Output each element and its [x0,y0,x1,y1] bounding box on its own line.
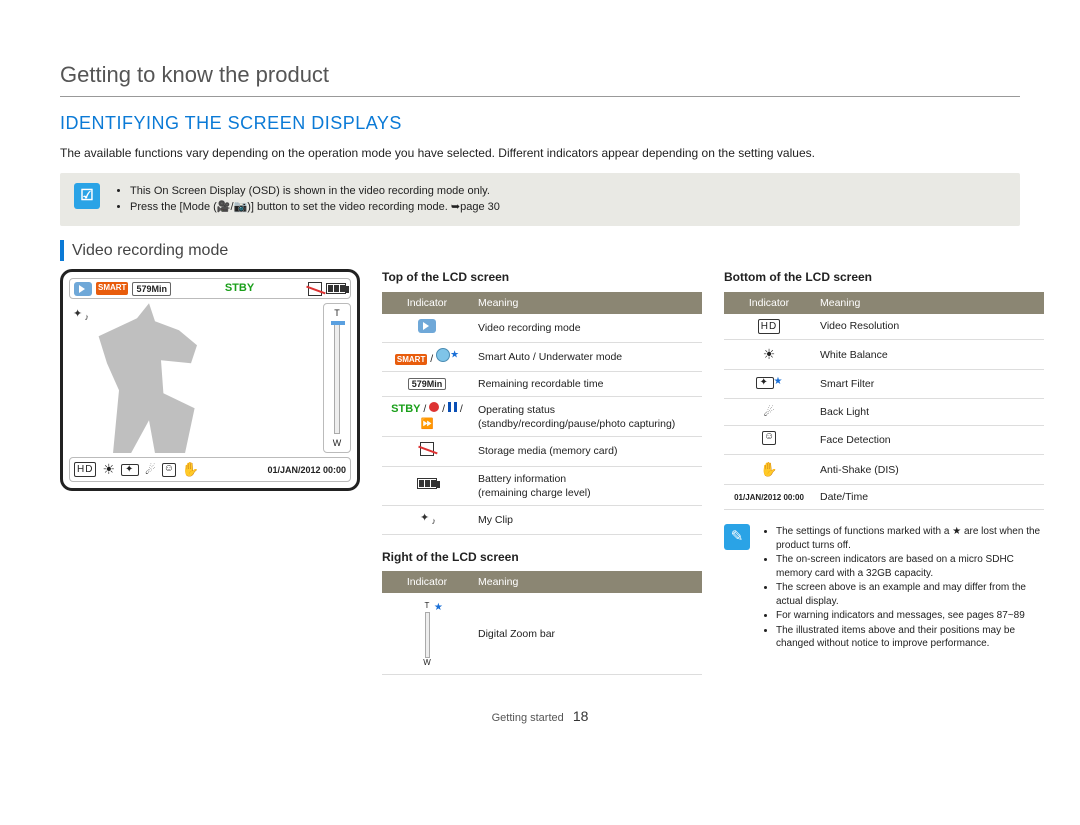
th-meaning: Meaning [472,292,702,314]
preview-area [69,303,317,453]
standby-label: STBY [225,281,254,296]
footer-label: Getting started [492,712,564,724]
lcd-screen: SMART 579Min STBY T W [60,269,360,491]
table-row: SMART / ★Smart Auto / Underwater mode [382,342,702,371]
video-mode-icon [418,319,436,333]
table-title-bottom: Bottom of the LCD screen [724,269,1044,285]
storage-card-icon [420,442,434,456]
table-row: Face Detection [724,426,1044,455]
check-icon: ☑ [74,183,100,209]
table-row: STBY / / / ⏩Operating status (standby/re… [382,397,702,437]
white-balance-icon: ☀ [763,345,776,364]
hd-icon: HD [74,462,96,478]
section-title: IDENTIFYING THE SCREEN DISPLAYS [60,111,1020,135]
myclip-icon [73,307,87,321]
side-note-item: The settings of functions marked with a … [776,525,1044,552]
zoom-t-label: T [334,307,340,319]
th-meaning: Meaning [472,571,702,593]
note-box: ☑ This On Screen Display (OSD) is shown … [60,173,1020,226]
hd-icon: HD [758,319,780,335]
side-note-item: The illustrated items above and their po… [776,624,1044,651]
smart-filter-icon [121,464,139,476]
pencil-note-icon: ✎ [724,524,750,550]
star-icon: ★ [774,376,783,387]
storage-card-icon [308,282,322,296]
datetime-label: 01/JAN/2012 00:00 [267,464,346,476]
th-meaning: Meaning [814,292,1044,314]
anti-shake-icon: ✋ [760,460,777,479]
anti-shake-icon: ✋ [182,460,199,479]
pause-icon [448,402,457,412]
capture-icon: ⏩ [420,418,433,430]
table-title-top: Top of the LCD screen [382,269,702,285]
table-row: 579MinRemaining recordable time [382,372,702,397]
smart-auto-icon: SMART [395,354,427,365]
table-row: ✋Anti-Shake (DIS) [724,455,1044,485]
video-mode-icon [74,282,92,296]
indicator-table-right: IndicatorMeaning T W ★ Digital Zoom bar [382,571,702,675]
table-row: My Clip [382,505,702,534]
backlight-icon: ☄ [145,462,156,478]
side-note-item: The on-screen indicators are based on a … [776,553,1044,580]
th-indicator: Indicator [382,571,472,593]
record-dot-icon [429,402,439,412]
side-note-item: For warning indicators and messages, see… [776,609,1044,623]
myclip-icon [420,511,434,525]
table-row: Storage media (memory card) [382,437,702,466]
table-row: ☀White Balance [724,340,1044,370]
lcd-bottom-bar: HD ☀ ☄ ✋ 01/JAN/2012 00:00 [69,457,351,482]
table-row: ☄Back Light [724,398,1044,425]
table-row: ★Smart Filter [724,370,1044,399]
face-detection-icon [762,431,776,445]
chapter-title: Getting to know the product [60,60,1020,97]
zoom-w-label: W [333,437,342,449]
remaining-time-badge: 579Min [132,282,171,296]
white-balance-icon: ☀ [102,460,115,479]
lcd-top-bar: SMART 579Min STBY [69,278,351,299]
face-detection-icon [162,463,176,477]
battery-icon [417,478,437,489]
th-indicator: Indicator [382,292,472,314]
side-note-item: The screen above is an example and may d… [776,581,1044,608]
table-title-right: Right of the LCD screen [382,549,702,565]
table-row: T W ★ Digital Zoom bar [382,593,702,674]
star-icon: ★ [450,349,459,360]
digital-zoom-bar: T W [323,303,351,453]
silhouette-figure [89,303,209,453]
intro-text: The available functions vary depending o… [60,145,1020,161]
battery-icon [326,283,346,294]
backlight-icon: ☄ [764,404,775,420]
table-row: HDVideo Resolution [724,314,1044,340]
table-row: 01/JAN/2012 00:00Date/Time [724,485,1044,510]
smart-auto-icon: SMART [96,282,128,295]
subsection-title: Video recording mode [60,240,1020,262]
indicator-table-top: IndicatorMeaning Video recording mode SM… [382,292,702,535]
side-note: ✎ The settings of functions marked with … [724,524,1044,652]
th-indicator: Indicator [724,292,814,314]
page-number: 18 [573,708,589,724]
note-item: This On Screen Display (OSD) is shown in… [130,184,1006,199]
indicator-table-bottom: IndicatorMeaning HDVideo Resolution ☀Whi… [724,292,1044,511]
page-footer: Getting started 18 [60,707,1020,726]
standby-label: STBY [391,403,420,415]
table-row: Battery information (remaining charge le… [382,466,702,505]
star-icon: ★ [434,601,443,615]
smart-filter-icon [756,377,774,389]
table-row: Video recording mode [382,314,702,343]
remaining-time-badge: 579Min [408,378,447,390]
datetime-label: 01/JAN/2012 00:00 [734,493,804,502]
note-item: Press the [Mode (🎥/📷)] button to set the… [130,200,1006,215]
underwater-icon [436,348,450,362]
